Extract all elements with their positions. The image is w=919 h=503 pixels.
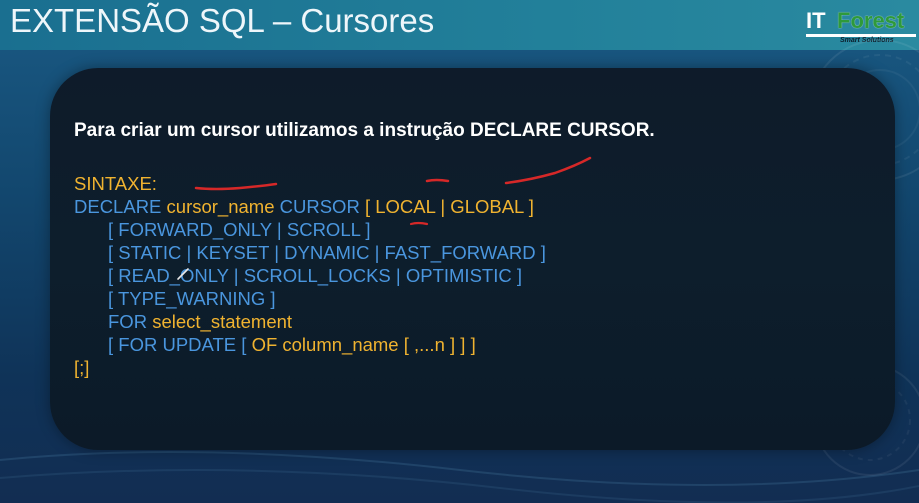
- concurrency-options: [ READ_ONLY | SCROLL_LOCKS | OPTIMISTIC …: [108, 265, 522, 286]
- syntax-line-declare: DECLARE cursor_name CURSOR [ LOCAL | GLO…: [74, 195, 534, 218]
- logo-it: IT: [806, 8, 826, 33]
- of-column-clause: OF column_name [ ,...n ] ] ]: [251, 334, 476, 355]
- syntax-label-text: SINTAXE:: [74, 173, 157, 194]
- syntax-line-for-update: [ FOR UPDATE [ OF column_name [ ,...n ] …: [108, 333, 476, 356]
- for-update-clause: [ FOR UPDATE [: [108, 334, 252, 355]
- intro-text: Para criar um cursor utilizamos a instru…: [74, 120, 655, 141]
- terminator: [;]: [74, 357, 90, 378]
- type-warning-option: [ TYPE_WARNING ]: [108, 288, 276, 309]
- syntax-line-forward: [ FORWARD_ONLY | SCROLL ]: [108, 218, 371, 241]
- ident-select-statement: select_statement: [152, 311, 293, 332]
- scope-options: [ LOCAL | GLOBAL ]: [364, 196, 534, 217]
- syntax-line-typewarning: [ TYPE_WARNING ]: [108, 287, 276, 310]
- kw-declare: DECLARE: [74, 196, 167, 217]
- syntax-line-for-select: FOR select_statement: [108, 310, 292, 333]
- syntax-line-terminator: [;]: [74, 356, 89, 379]
- slide-title: EXTENSÃO SQL – Cursores: [10, 2, 435, 39]
- syntax-line-static: [ STATIC | KEYSET | DYNAMIC | FAST_FORWA…: [108, 241, 546, 264]
- logo-tagline: Smart Solutions: [840, 37, 894, 44]
- title-bar: EXTENSÃO SQL – Cursores IT Forest Smart …: [0, 0, 919, 50]
- type-options: [ STATIC | KEYSET | DYNAMIC | FAST_FORWA…: [108, 242, 546, 263]
- logo-forest: Forest: [837, 8, 905, 33]
- kw-for: FOR: [108, 311, 153, 332]
- syntax-label: SINTAXE:: [74, 172, 157, 195]
- itforest-logo: IT Forest Smart Solutions: [806, 8, 918, 46]
- ident-cursor-name: cursor_name: [166, 196, 275, 217]
- syntax-line-readonly: [ READ_ONLY | SCROLL_LOCKS | OPTIMISTIC …: [108, 264, 522, 287]
- kw-cursor: CURSOR: [274, 196, 365, 217]
- scroll-options: [ FORWARD_ONLY | SCROLL ]: [108, 219, 371, 240]
